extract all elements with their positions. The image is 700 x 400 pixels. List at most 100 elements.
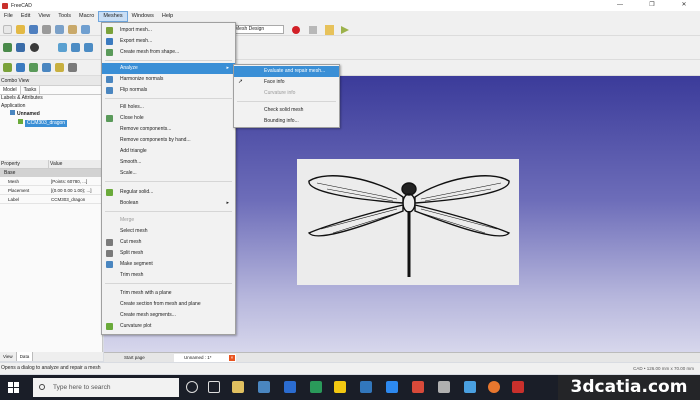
menu-file[interactable]: File [0, 11, 17, 22]
freecad-taskbar-icon[interactable] [512, 381, 524, 393]
office-icon[interactable] [412, 381, 424, 393]
app-icon[interactable] [310, 381, 322, 393]
iso-view-icon[interactable] [58, 43, 67, 52]
menu-remove-components-by-hand[interactable]: Remove components by hand... [102, 135, 235, 146]
mail-icon[interactable] [386, 381, 398, 393]
store-icon[interactable] [258, 381, 270, 393]
property-value[interactable]: [Points: 60780, ...] [49, 177, 102, 185]
menu-item-label: Face info [264, 79, 285, 85]
menu-trim-mesh-with-plane[interactable]: Trim mesh with a plane [102, 288, 235, 299]
record-macro-icon[interactable] [292, 26, 300, 34]
menu-add-triangle[interactable]: Add triangle [102, 146, 235, 157]
workbench-selector[interactable]: Mesh Design [232, 25, 284, 34]
firefox-icon[interactable] [488, 381, 500, 393]
menu-item-label: Curvature info [264, 90, 296, 96]
menu-help[interactable]: Help [158, 11, 177, 22]
menu-face-info[interactable]: ➚ Face info [234, 77, 339, 88]
menu-close-hole[interactable]: Close hole [102, 113, 235, 124]
property-value[interactable]: CCM303_dragon [49, 195, 102, 203]
menu-bounding-info[interactable]: Bounding info... [234, 116, 339, 127]
menu-trim-mesh[interactable]: Trim mesh [102, 270, 235, 281]
undo-icon[interactable] [81, 25, 90, 34]
menu-make-segment[interactable]: Make segment [102, 259, 235, 270]
mesh-import-icon[interactable] [3, 63, 12, 72]
tree-object-label: CCM303_dragon [25, 119, 68, 127]
menu-remove-components[interactable]: Remove components... [102, 124, 235, 135]
property-row[interactable]: Label CCM303_dragon [0, 195, 102, 204]
menu-macro[interactable]: Macro [75, 11, 98, 22]
tab-start-page[interactable]: Start page [114, 354, 166, 362]
copy-icon[interactable] [55, 25, 64, 34]
skype-icon[interactable] [464, 381, 476, 393]
menu-analyze[interactable]: Analyze ▸ [102, 63, 235, 74]
tab-data[interactable]: Data [16, 352, 34, 361]
tab-view[interactable]: View [0, 352, 17, 361]
zoom-icon[interactable] [16, 43, 25, 52]
front-view-icon[interactable] [71, 43, 80, 52]
menu-scale[interactable]: Scale... [102, 168, 235, 179]
menu-split-mesh[interactable]: Split mesh [102, 248, 235, 259]
mesh-cut-icon[interactable] [68, 63, 77, 72]
menu-smooth[interactable]: Smooth... [102, 157, 235, 168]
dropbox-icon[interactable] [284, 381, 296, 393]
menu-tools[interactable]: Tools [54, 11, 75, 22]
menu-edit[interactable]: Edit [17, 11, 34, 22]
menu-windows[interactable]: Windows [128, 11, 158, 22]
top-view-icon[interactable] [84, 43, 93, 52]
menu-flip-normals[interactable]: Flip normals [102, 85, 235, 96]
menu-export-mesh[interactable]: Export mesh... [102, 36, 235, 47]
file-explorer-icon[interactable] [232, 381, 244, 393]
task-view-icon[interactable] [208, 381, 220, 393]
tab-model[interactable]: Model [0, 86, 21, 94]
tab-unnamed[interactable]: Unnamed : 1* × [174, 354, 236, 362]
menu-fill-holes[interactable]: Fill holes... [102, 102, 235, 113]
taskbar-search-input[interactable]: Type here to search [33, 378, 179, 397]
menu-regular-solid[interactable]: Regular solid... [102, 187, 235, 198]
menu-check-solid-mesh[interactable]: Check solid mesh [234, 105, 339, 116]
fit-all-icon[interactable] [3, 43, 12, 52]
folder-app-icon[interactable] [334, 381, 346, 393]
window-title: FreeCAD [11, 2, 32, 9]
menu-meshes[interactable]: Meshes [98, 11, 128, 22]
new-file-icon[interactable] [3, 25, 12, 34]
menu-view[interactable]: View [34, 11, 54, 22]
menu-boolean[interactable]: Boolean ▸ [102, 198, 235, 209]
tree-document[interactable]: Unnamed [0, 110, 102, 119]
menu-import-mesh[interactable]: Import mesh... [102, 25, 235, 36]
maximize-button[interactable]: ❐ [636, 0, 668, 11]
menu-create-section[interactable]: Create section from mesh and plane [102, 299, 235, 310]
save-icon[interactable] [29, 25, 38, 34]
property-value[interactable]: [(0.00 0.00 1.00); ...] [49, 186, 102, 194]
menu-create-mesh-from-shape[interactable]: Create mesh from shape... [102, 47, 235, 58]
mesh-analyze-icon[interactable] [42, 63, 51, 72]
mesh-export-icon[interactable] [16, 63, 25, 72]
draw-style-icon[interactable] [30, 43, 39, 52]
menu-harmonize-normals[interactable]: Harmonize normals [102, 74, 235, 85]
tab-tasks[interactable]: Tasks [21, 86, 41, 94]
combo-view-panel: Combo View Model Tasks Labels & Attribut… [0, 76, 103, 352]
close-button[interactable]: ✕ [668, 0, 700, 11]
settings-app-icon[interactable] [438, 381, 450, 393]
macro-editor-icon[interactable] [325, 25, 334, 35]
tree-object[interactable]: CCM303_dragon [0, 118, 102, 127]
tree-application[interactable]: Application [0, 103, 102, 111]
property-row[interactable]: Placement [(0.00 0.00 1.00); ...] [0, 186, 102, 195]
property-row[interactable]: Mesh [Points: 60780, ...] [0, 177, 102, 186]
menu-evaluate-repair-mesh[interactable]: Evaluate and repair mesh... [234, 66, 339, 77]
edge-icon[interactable] [360, 381, 372, 393]
paste-icon[interactable] [68, 25, 77, 34]
menu-create-mesh-segments[interactable]: Create mesh segments... [102, 310, 235, 321]
close-tab-icon[interactable]: × [229, 355, 235, 361]
execute-macro-icon[interactable] [341, 26, 349, 34]
mesh-tool-icon[interactable] [29, 63, 38, 72]
menu-curvature-plot[interactable]: Curvature plot [102, 321, 235, 332]
windows-start-icon[interactable] [8, 382, 19, 393]
microphone-icon[interactable] [186, 381, 198, 393]
menu-cut-mesh[interactable]: Cut mesh [102, 237, 235, 248]
minimize-button[interactable]: — [604, 0, 636, 11]
open-file-icon[interactable] [16, 25, 25, 34]
stop-macro-icon[interactable] [309, 26, 317, 34]
cut-toolbar-icon[interactable] [42, 25, 51, 34]
menu-select-mesh[interactable]: Select mesh [102, 226, 235, 237]
mesh-shape-icon[interactable] [55, 63, 64, 72]
